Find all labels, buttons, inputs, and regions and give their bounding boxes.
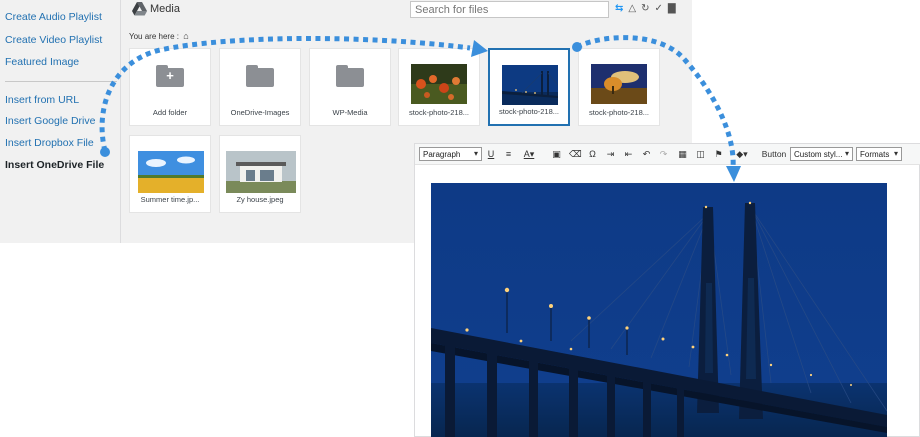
- sidebar-item-insert-from-url[interactable]: Insert from URL: [5, 94, 79, 106]
- folder-tile[interactable]: WP-Media: [309, 48, 391, 126]
- breadcrumb: You are here : ⌂: [129, 31, 189, 41]
- image-tile[interactable]: Zy house.jpeg: [219, 135, 301, 213]
- image-tile[interactable]: stock-photo-218...: [398, 48, 480, 126]
- media-toolbar: ⇆ △ ↻ ✓ ▇: [615, 2, 676, 16]
- folder-tile[interactable]: OneDrive-Images: [219, 48, 301, 126]
- editor-toolbar: Paragraph U ≡ A▾ ▣ ⌫ Ω ⇥ ⇤ ↶ ↷ ▦ ◫ ⚑ ◆▾ …: [415, 144, 920, 165]
- paint-icon[interactable]: ◆▾: [731, 147, 753, 161]
- columns-icon[interactable]: ◫: [695, 147, 706, 161]
- sidebar-item-create-video-playlist[interactable]: Create Video Playlist: [5, 34, 102, 46]
- image-tile-selected[interactable]: stock-photo-218...: [488, 48, 570, 126]
- sidebar: Create Audio Playlist Create Video Playl…: [0, 0, 121, 243]
- bookmark-icon[interactable]: ⚑: [713, 147, 724, 161]
- formats-select[interactable]: Formats: [856, 147, 902, 161]
- format-select[interactable]: Paragraph: [419, 147, 482, 161]
- tile-label: Add folder: [152, 108, 188, 117]
- special-char-icon[interactable]: Ω: [587, 147, 598, 161]
- sidebar-item-insert-dropbox-file[interactable]: Insert Dropbox File: [5, 137, 94, 149]
- custom-style-select[interactable]: Custom styl...: [790, 147, 853, 161]
- sidebar-item-featured-image[interactable]: Featured Image: [5, 56, 79, 68]
- text-color-icon[interactable]: A▾: [521, 147, 537, 161]
- trash-icon[interactable]: ▇: [668, 2, 676, 16]
- search-input[interactable]: [410, 1, 609, 18]
- folder-icon: [246, 65, 274, 87]
- media-header: Media ⇆ △ ↻ ✓ ▇: [121, 0, 692, 20]
- tile-label: Summer time.jp...: [140, 195, 200, 204]
- clear-format-icon[interactable]: ⌫: [569, 147, 582, 161]
- add-folder-icon: +: [156, 65, 184, 87]
- table-icon[interactable]: ▦: [677, 147, 688, 161]
- add-folder-tile[interactable]: + Add folder: [129, 48, 211, 126]
- button-insert-button[interactable]: Button: [760, 147, 788, 161]
- image-tile[interactable]: Summer time.jp...: [129, 135, 211, 213]
- house-thumbnail: [226, 151, 296, 193]
- editor-panel: Paragraph U ≡ A▾ ▣ ⌫ Ω ⇥ ⇤ ↶ ↷ ▦ ◫ ⚑ ◆▾ …: [414, 143, 920, 437]
- sidebar-divider: [5, 81, 117, 82]
- image-tile[interactable]: stock-photo-218...: [578, 48, 660, 126]
- paste-text-icon[interactable]: ▣: [551, 147, 562, 161]
- align-justify-icon[interactable]: ≡: [503, 147, 514, 161]
- bridge-thumbnail: [502, 65, 558, 105]
- tile-label: OneDrive-Images: [230, 108, 290, 117]
- sync-icon[interactable]: ⇆: [615, 2, 623, 16]
- inserted-bridge-image[interactable]: [431, 183, 887, 437]
- sidebar-item-create-audio-playlist[interactable]: Create Audio Playlist: [5, 11, 102, 23]
- indent-icon[interactable]: ⇥: [605, 147, 616, 161]
- summer-field-thumbnail: [138, 151, 204, 193]
- sidebar-item-insert-google-drive[interactable]: Insert Google Drive: [5, 115, 95, 127]
- undo-icon[interactable]: ↶: [641, 147, 652, 161]
- flowers-thumbnail: [411, 64, 467, 104]
- home-icon[interactable]: ⌂: [183, 31, 188, 41]
- redo-icon[interactable]: ↷: [658, 147, 669, 161]
- tile-label: stock-photo-218...: [498, 107, 560, 116]
- media-title: Media: [150, 3, 180, 15]
- tile-label: WP-Media: [332, 108, 368, 117]
- tile-label: Zy house.jpeg: [236, 195, 284, 204]
- tile-label: stock-photo-218...: [588, 108, 650, 117]
- refresh-icon[interactable]: ↻: [641, 2, 649, 16]
- underline-icon[interactable]: U: [486, 147, 496, 161]
- outdent-icon[interactable]: ⇤: [623, 147, 634, 161]
- sidebar-item-insert-onedrive-file[interactable]: Insert OneDrive File: [5, 159, 104, 171]
- tile-label: stock-photo-218...: [408, 108, 470, 117]
- check-all-icon[interactable]: ✓: [654, 2, 662, 16]
- field-tree-thumbnail: [591, 64, 647, 104]
- google-drive-logo-icon: [132, 2, 147, 16]
- breadcrumb-label: You are here :: [129, 32, 179, 41]
- folder-icon: [336, 65, 364, 87]
- shape-icon[interactable]: △: [628, 2, 636, 16]
